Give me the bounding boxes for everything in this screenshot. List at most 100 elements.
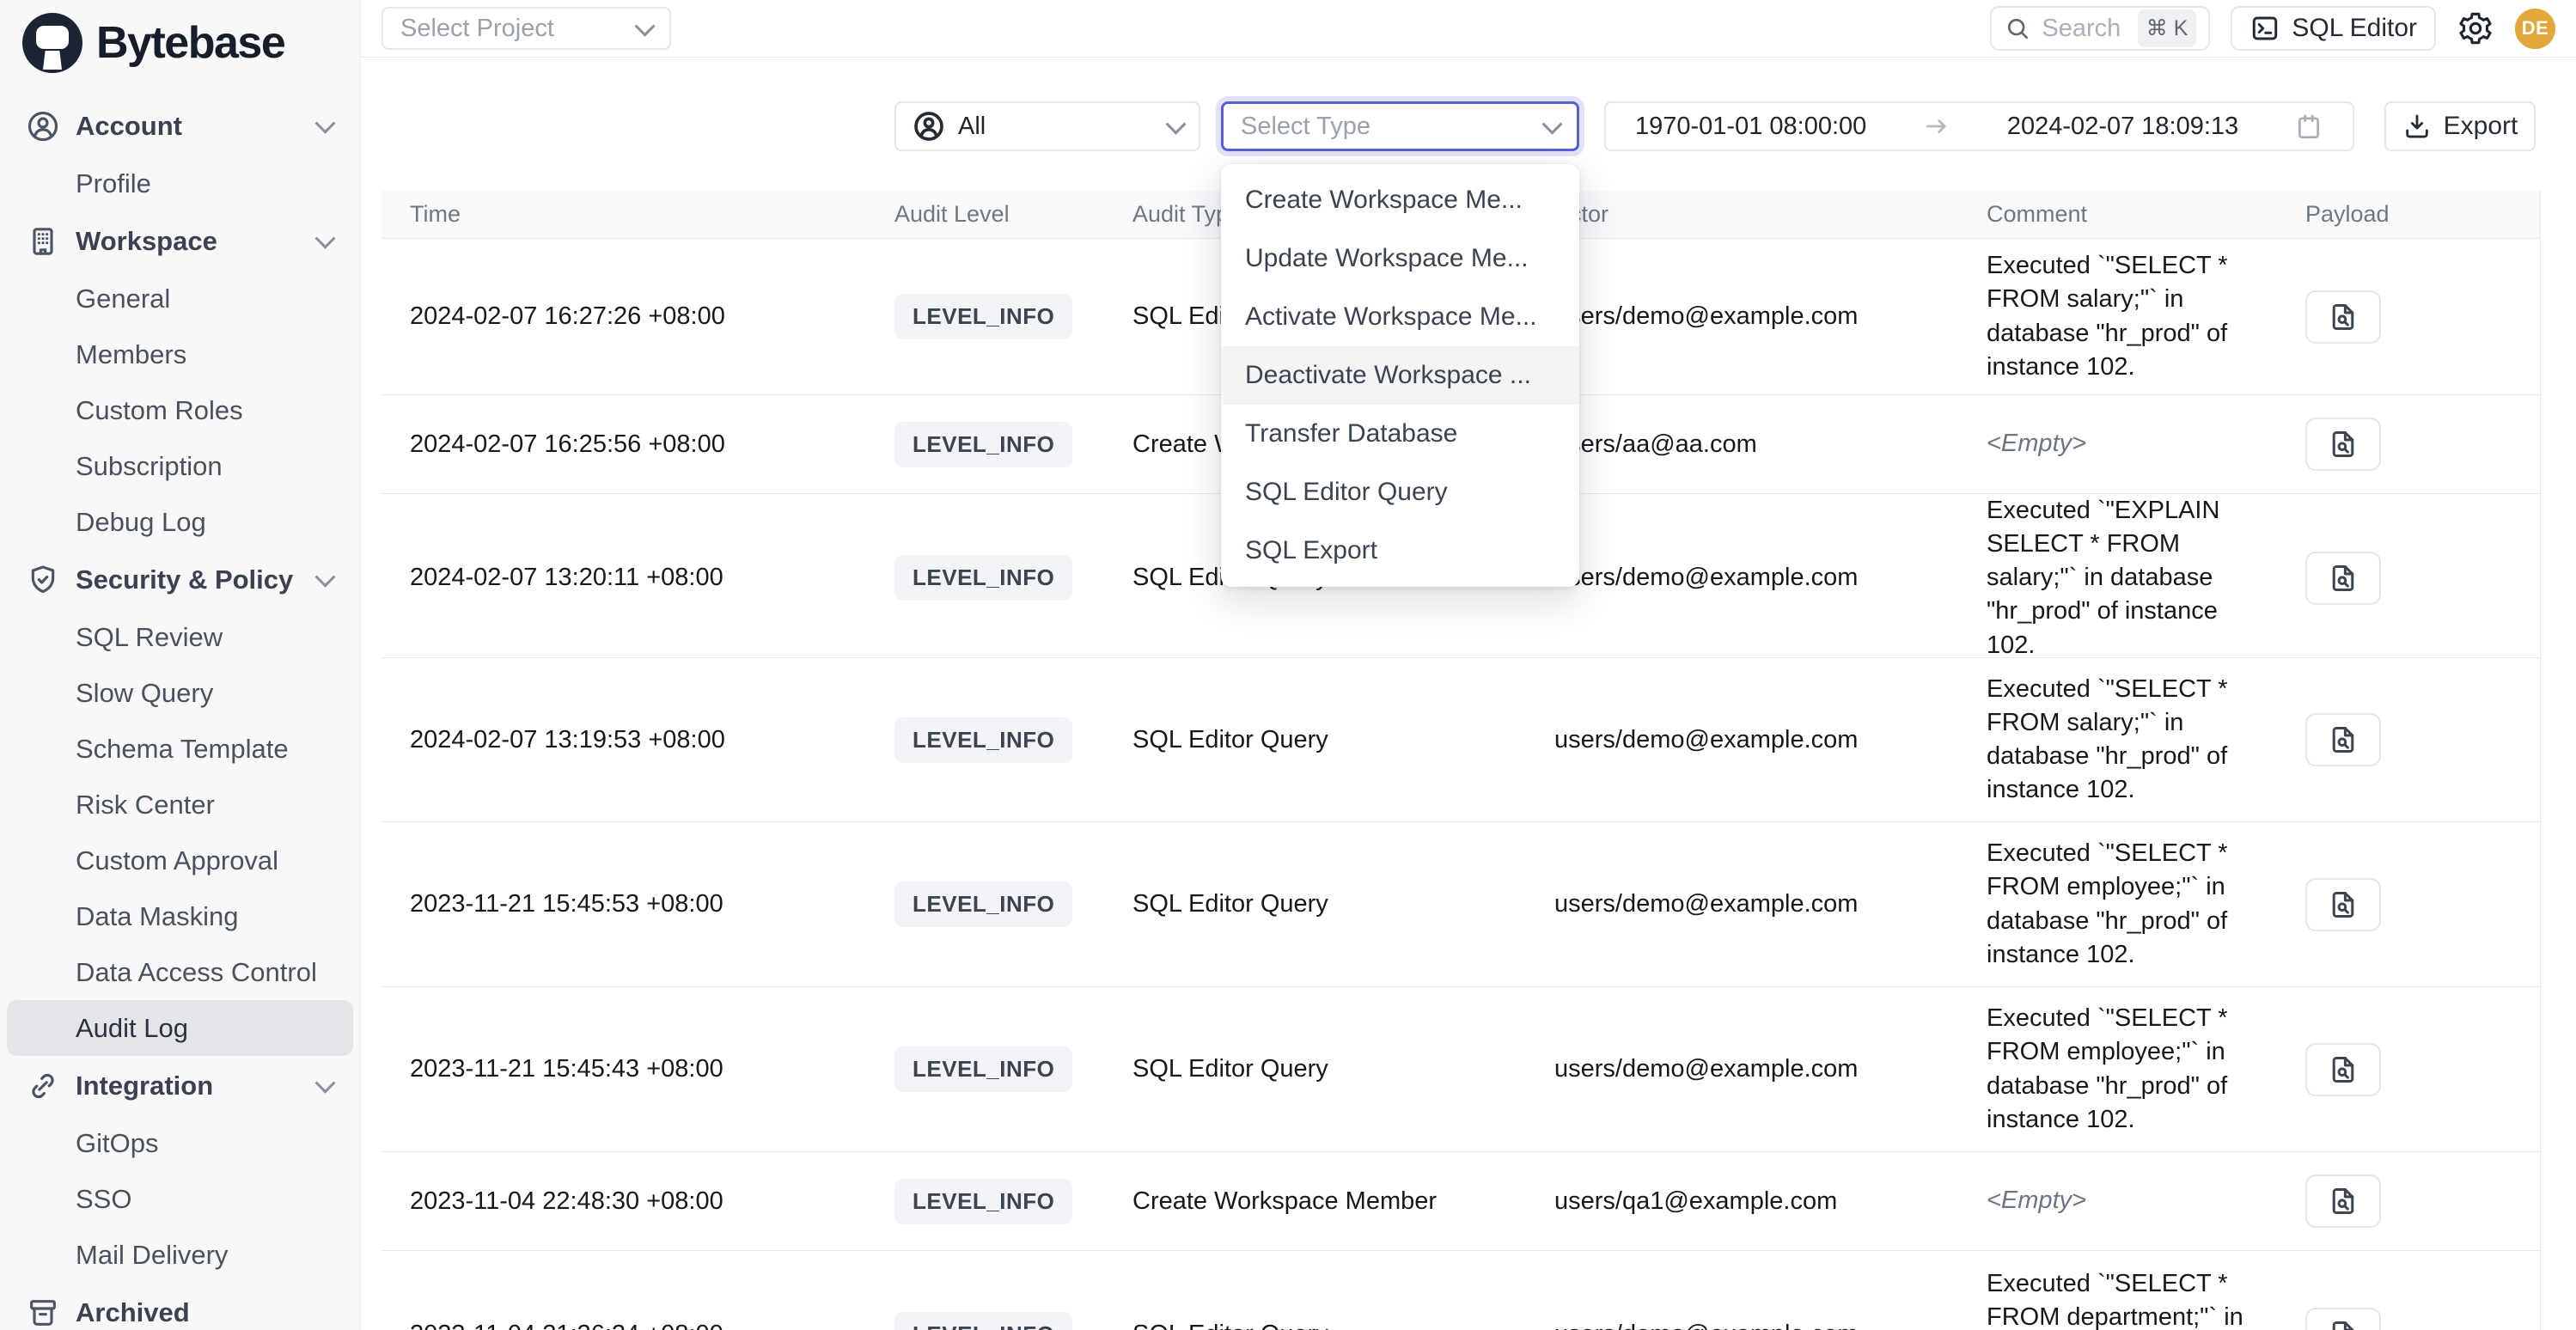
sidebar-item-data-access-control[interactable]: Data Access Control [7,944,353,1000]
sidebar-item-label: Slow Query [76,678,213,709]
actor-filter-select[interactable]: All [894,101,1200,151]
shield-check-icon [24,563,62,597]
type-filter-select[interactable]: Select Type [1221,101,1579,151]
sidebar-item-label: SSO [76,1184,131,1215]
audit-level-badge: LEVEL_INFO [894,717,1072,763]
view-payload-button[interactable] [2305,1308,2381,1330]
view-payload-button[interactable] [2305,1043,2381,1096]
project-select-placeholder: Select Project [400,15,554,43]
sidebar-item-data-masking[interactable]: Data Masking [7,888,353,944]
sidebar-item-archived[interactable]: Archived [7,1283,353,1330]
audit-actor: users/qa1@example.com [1554,1187,1987,1216]
dropdown-option-transfer-database[interactable]: Transfer Database [1221,405,1579,463]
sidebar-item-integration[interactable]: Integration [7,1056,353,1115]
column-header-audit-level: Audit Level [866,201,1132,228]
audit-comment: Executed `"SELECT * FROM department;"` i… [1987,1267,2270,1330]
sidebar-item-security-policy[interactable]: Security & Policy [7,550,353,609]
dropdown-option-create-workspace-member[interactable]: Create Workspace Me... [1221,171,1579,229]
building-icon [24,224,62,259]
sidebar-item-account[interactable]: Account [7,96,353,156]
column-header-actor: Actor [1554,201,1987,228]
audit-level-badge: LEVEL_INFO [894,882,1072,927]
sidebar-item-label: Account [76,111,182,142]
sql-editor-button[interactable]: SQL Editor [2231,6,2436,51]
sidebar-item-subscription[interactable]: Subscription [7,438,353,494]
sidebar-item-gitops[interactable]: GitOps [7,1115,353,1171]
table-row: 2023-11-04 21:26:24 +08:00 LEVEL_INFO SQ… [382,1250,2540,1330]
chevron-down-icon [314,567,335,588]
dropdown-option-update-workspace-member[interactable]: Update Workspace Me... [1221,229,1579,288]
sidebar-item-schema-template[interactable]: Schema Template [7,721,353,777]
column-header-payload: Payload [2305,201,2540,228]
view-payload-button[interactable] [2305,713,2381,766]
type-filter-placeholder: Select Type [1241,113,1370,141]
date-range-start: 1970-01-01 08:00:00 [1635,113,1866,141]
audit-comment: Executed `"EXPLAIN SELECT * FROM salary;… [1987,494,2270,662]
sidebar-item-label: Data Access Control [76,957,317,988]
audit-comment: <Empty> [1987,1184,2270,1217]
audit-type: SQL Editor Query [1132,1321,1554,1330]
audit-actor: users/demo@example.com [1554,1055,1987,1083]
date-range-picker[interactable]: 1970-01-01 08:00:00 2024-02-07 18:09:13 [1604,101,2354,151]
arrow-right-icon [1922,112,1951,141]
audit-type: SQL Editor Query [1132,1055,1554,1083]
dropdown-option-deactivate-workspace-member[interactable]: Deactivate Workspace ... [1221,346,1579,405]
sidebar-item-custom-approval[interactable]: Custom Approval [7,833,353,888]
view-payload-button[interactable] [2305,552,2381,605]
app-root: Bytebase Account Profile Workspace Gener [0,0,2576,1330]
audit-comment: Executed `"SELECT * FROM employee;"` in … [1987,837,2270,972]
brand-name: Bytebase [96,17,284,69]
table-row: 2024-02-07 13:19:53 +08:00 LEVEL_INFO SQ… [382,657,2540,821]
search-input[interactable]: Search ⌘ K [1990,6,2210,51]
sql-editor-label: SQL Editor [2292,14,2417,43]
actor-filter-value: All [958,113,986,141]
sidebar-item-sql-review[interactable]: SQL Review [7,609,353,665]
audit-time: 2024-02-07 13:20:11 +08:00 [382,564,866,592]
dropdown-option-sql-export[interactable]: SQL Export [1221,522,1579,580]
sidebar-item-risk-center[interactable]: Risk Center [7,777,353,833]
sidebar-item-label: Data Masking [76,901,239,932]
search-shortcut-badge: ⌘ K [2138,9,2197,47]
brand-logo[interactable]: Bytebase [0,0,360,86]
view-payload-button[interactable] [2305,290,2381,344]
table-row: 2023-11-21 15:45:43 +08:00 LEVEL_INFO SQ… [382,986,2540,1151]
audit-time: 2023-11-04 22:48:30 +08:00 [382,1187,866,1216]
archive-icon [24,1296,62,1330]
audit-level-badge: LEVEL_INFO [894,1046,1072,1092]
sidebar-item-general[interactable]: General [7,271,353,326]
settings-gear-icon[interactable] [2457,9,2494,47]
export-button[interactable]: Export [2384,101,2536,151]
project-select[interactable]: Select Project [382,7,671,50]
view-payload-button[interactable] [2305,878,2381,931]
sidebar-item-audit-log[interactable]: Audit Log [7,1000,353,1056]
user-circle-icon [24,109,62,143]
sidebar-item-sso[interactable]: SSO [7,1171,353,1227]
sidebar-item-profile[interactable]: Profile [7,156,353,211]
audit-time: 2023-11-21 15:45:53 +08:00 [382,890,866,918]
sidebar-item-mail-delivery[interactable]: Mail Delivery [7,1227,353,1283]
sidebar-item-debug-log[interactable]: Debug Log [7,494,353,550]
audit-comment: Executed `"SELECT * FROM employee;"` in … [1987,1002,2270,1137]
sidebar-item-slow-query[interactable]: Slow Query [7,665,353,721]
main-content: Select Project Search ⌘ K SQL Editor [361,0,2576,1330]
sidebar-item-label: SQL Review [76,622,223,653]
view-payload-button[interactable] [2305,418,2381,471]
view-payload-button[interactable] [2305,1174,2381,1228]
sidebar-item-workspace[interactable]: Workspace [7,211,353,271]
dropdown-option-activate-workspace-member[interactable]: Activate Workspace Me... [1221,288,1579,346]
table-row: 2023-11-04 22:48:30 +08:00 LEVEL_INFO Cr… [382,1151,2540,1250]
terminal-icon [2249,13,2280,44]
dropdown-option-sql-editor-query[interactable]: SQL Editor Query [1221,463,1579,522]
user-avatar[interactable]: DE [2515,9,2555,49]
chevron-down-icon [634,15,655,36]
topbar: Select Project Search ⌘ K SQL Editor [361,0,2576,58]
bytebase-logo-icon [22,13,82,73]
audit-level-badge: LEVEL_INFO [894,294,1072,339]
sidebar-nav: Account Profile Workspace General Member… [0,86,360,1330]
audit-level-badge: LEVEL_INFO [894,1179,1072,1224]
audit-level-badge: LEVEL_INFO [894,1312,1072,1330]
sidebar-item-members[interactable]: Members [7,326,353,382]
audit-time: 2023-11-04 21:26:24 +08:00 [382,1321,866,1330]
chevron-down-icon [314,229,335,249]
sidebar-item-custom-roles[interactable]: Custom Roles [7,382,353,438]
